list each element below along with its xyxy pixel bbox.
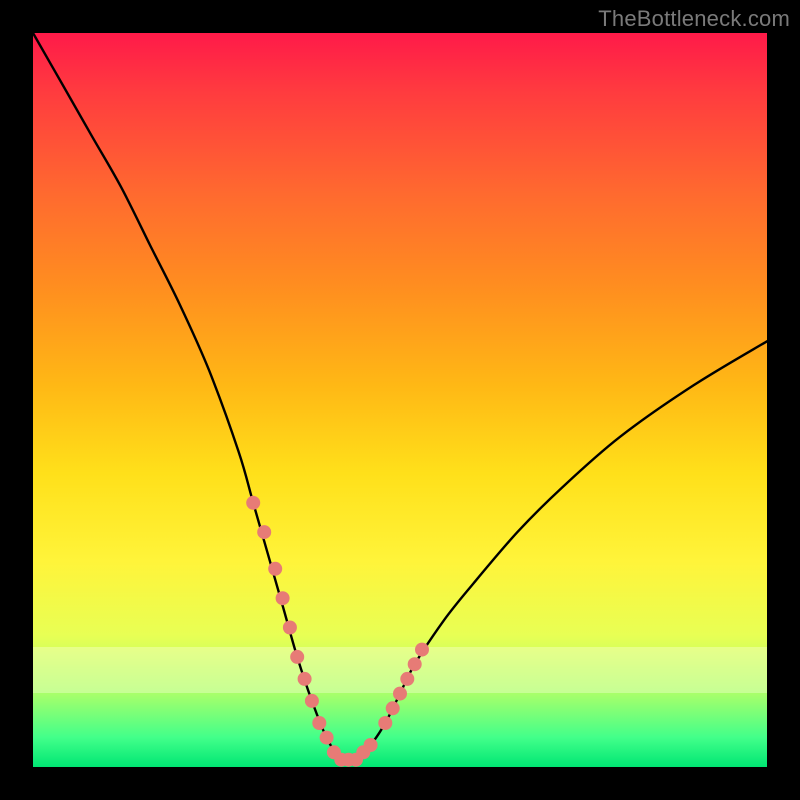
marker-dot	[246, 496, 260, 510]
chart-svg	[33, 33, 767, 767]
marker-dot	[283, 621, 297, 635]
marker-group	[246, 496, 429, 767]
watermark-text: TheBottleneck.com	[598, 6, 790, 32]
bottleneck-curve	[33, 33, 767, 762]
marker-dot	[257, 525, 271, 539]
plot-area	[33, 33, 767, 767]
marker-dot	[378, 716, 392, 730]
outer-frame: TheBottleneck.com	[0, 0, 800, 800]
marker-dot	[276, 591, 290, 605]
marker-dot	[408, 657, 422, 671]
marker-dot	[298, 672, 312, 686]
marker-dot	[305, 694, 319, 708]
marker-dot	[312, 716, 326, 730]
marker-dot	[290, 650, 304, 664]
marker-dot	[386, 701, 400, 715]
marker-dot	[393, 687, 407, 701]
marker-dot	[268, 562, 282, 576]
marker-dot	[415, 643, 429, 657]
marker-dot	[400, 672, 414, 686]
marker-dot	[364, 738, 378, 752]
marker-dot	[320, 731, 334, 745]
